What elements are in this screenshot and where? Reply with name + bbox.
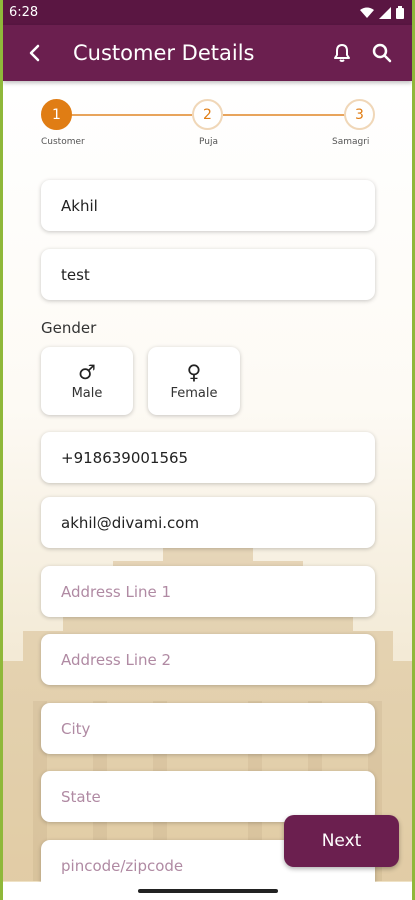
- step-connector: [223, 114, 345, 116]
- search-button[interactable]: [362, 33, 402, 73]
- step-2-circle[interactable]: 2: [192, 99, 223, 130]
- home-gesture-handle[interactable]: [137, 889, 278, 893]
- content-area: 1 Customer 2 Puja 3 Samagri Akhil test G…: [3, 81, 412, 900]
- city-field[interactable]: City: [41, 703, 375, 754]
- battery-icon: [396, 6, 404, 19]
- gender-male-label: Male: [71, 385, 103, 401]
- last-name-field[interactable]: test: [41, 249, 375, 300]
- email-value: akhil@divami.com: [61, 513, 200, 532]
- step-number: 3: [355, 106, 364, 123]
- progress-stepper: 1 Customer 2 Puja 3 Samagri: [3, 99, 412, 159]
- page-title: Customer Details: [73, 41, 255, 65]
- status-bar: 6:28: [3, 0, 412, 25]
- last-name-value: test: [61, 265, 90, 284]
- step-number: 2: [203, 106, 212, 123]
- step-number: 1: [52, 106, 61, 123]
- phone-value: +918639001565: [61, 448, 189, 467]
- back-button[interactable]: [15, 33, 55, 73]
- gender-female-label: Female: [170, 385, 218, 401]
- step-3-circle[interactable]: 3: [344, 99, 375, 130]
- email-field[interactable]: akhil@divami.com: [41, 497, 375, 548]
- status-icons: [360, 6, 404, 19]
- address-line-1-field[interactable]: Address Line 1: [41, 566, 375, 617]
- signal-icon: [379, 6, 391, 19]
- search-icon: [372, 43, 392, 63]
- gender-female-button[interactable]: ♀ Female: [148, 347, 240, 415]
- first-name-value: Akhil: [61, 196, 98, 215]
- arrow-left-icon: [29, 44, 40, 62]
- address-line-2-placeholder: Address Line 2: [61, 650, 172, 669]
- gender-label: Gender: [41, 319, 97, 337]
- next-button[interactable]: Next: [284, 815, 399, 867]
- state-placeholder: State: [61, 787, 101, 806]
- city-placeholder: City: [61, 719, 91, 738]
- phone-field[interactable]: +918639001565: [41, 432, 375, 483]
- step-3-label: Samagri: [332, 137, 370, 147]
- female-symbol-icon: ♀: [186, 359, 202, 384]
- address-line-2-field[interactable]: Address Line 2: [41, 634, 375, 685]
- bell-icon: [334, 44, 350, 62]
- step-1-label: Customer: [41, 137, 85, 147]
- system-nav-bar: [3, 882, 412, 900]
- gender-male-button[interactable]: ♂ Male: [41, 347, 133, 415]
- notification-button[interactable]: [322, 33, 362, 73]
- step-2-label: Puja: [199, 137, 218, 147]
- step-1-circle[interactable]: 1: [41, 99, 72, 130]
- app-bar: Customer Details: [3, 25, 412, 81]
- step-connector: [63, 114, 192, 116]
- first-name-field[interactable]: Akhil: [41, 180, 375, 231]
- wifi-icon: [360, 7, 374, 18]
- phone-screen: 6:28 Customer Details 1 Customer 2 Puja …: [3, 0, 412, 900]
- address-line-1-placeholder: Address Line 1: [61, 582, 172, 601]
- status-time: 6:28: [9, 5, 39, 20]
- pincode-placeholder: pincode/zipcode: [61, 856, 184, 875]
- male-symbol-icon: ♂: [78, 359, 96, 384]
